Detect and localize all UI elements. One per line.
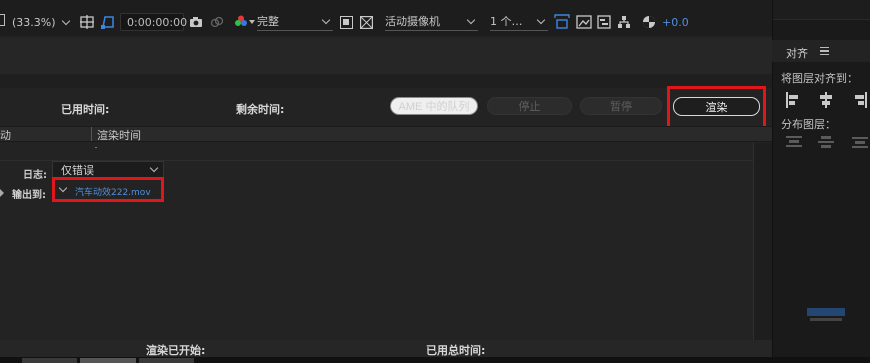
- zoom-dropdown[interactable]: (33.3%): [12, 12, 70, 32]
- timecode-value: 0:00:00:00: [127, 15, 188, 29]
- distribute-layers-label: 分布图层：: [781, 118, 836, 131]
- draft-3d-icon[interactable]: [554, 14, 570, 30]
- output-to-label: 输出到:: [12, 190, 46, 201]
- row-dash: [95, 147, 97, 148]
- total-elapsed-label: 已用总时间:: [426, 344, 486, 357]
- roi-inner: [343, 19, 349, 25]
- taskbar-item[interactable]: [22, 358, 77, 363]
- distribute-bottom-icon[interactable]: [852, 136, 868, 150]
- timeline-icon[interactable]: [597, 15, 611, 29]
- chevron-down-icon: [466, 15, 476, 24]
- column-divider: [91, 127, 92, 141]
- taskbar-item[interactable]: [80, 358, 136, 363]
- align-right-icon[interactable]: [852, 92, 868, 108]
- fast-preview-icon[interactable]: [576, 14, 592, 30]
- resolution-value: 完整: [257, 15, 279, 28]
- resolution-dropdown[interactable]: 完整: [257, 12, 333, 31]
- zoom-value: (33.3%): [12, 15, 56, 29]
- queue-in-ame-button[interactable]: AME 中的队列: [390, 97, 478, 115]
- channels-chevron-icon[interactable]: [249, 16, 255, 26]
- chevron-down-icon: [61, 16, 70, 25]
- panel-menu-icon[interactable]: [820, 47, 829, 55]
- safe-margins-icon[interactable]: [80, 15, 94, 29]
- list-item[interactable]: [0, 143, 754, 161]
- scrollbar-track[interactable]: [754, 143, 772, 340]
- mask-path-icon[interactable]: [100, 14, 116, 30]
- camera-dropdown[interactable]: 活动摄像机: [385, 12, 478, 31]
- color-channels-icon[interactable]: [233, 14, 249, 30]
- log-value: 仅错误: [61, 164, 94, 177]
- panel-top-strip: [773, 0, 870, 20]
- reset-exposure-icon[interactable]: [642, 15, 656, 29]
- distribute-top-icon[interactable]: [786, 136, 802, 150]
- transparency-grid-icon[interactable]: [360, 16, 374, 30]
- output-file-highlight: [52, 177, 164, 202]
- flowchart-icon[interactable]: [617, 15, 631, 29]
- log-label: 日志:: [23, 170, 47, 181]
- watermark-logo: [806, 306, 846, 324]
- camera-value: 活动摄像机: [385, 15, 440, 28]
- viewer-edge-bracket: [0, 14, 5, 26]
- distribute-vertical-center-icon[interactable]: [818, 136, 834, 150]
- exposure-value[interactable]: +0.0: [662, 16, 689, 29]
- output-expand-arrow-icon[interactable]: [0, 186, 4, 197]
- stop-button[interactable]: 停止: [487, 97, 572, 115]
- region-of-interest-icon[interactable]: [340, 16, 353, 29]
- viewer-toolbar: (33.3%) 0:00:00:00 完整 活动摄像机 1 个… +0.0: [0, 0, 772, 36]
- column-header-status[interactable]: 动: [0, 127, 11, 143]
- align-to-label: 将图层对齐到：: [781, 72, 858, 85]
- taskbar-item[interactable]: [139, 358, 194, 363]
- timecode-field[interactable]: 0:00:00:00: [120, 13, 188, 31]
- camera-snapshot-icon[interactable]: [189, 15, 203, 29]
- chevron-down-icon: [536, 15, 546, 24]
- column-header-render-time[interactable]: 渲染时间: [97, 127, 141, 143]
- render-started-label: 渲染已开始:: [146, 344, 206, 357]
- elapsed-time-label: 已用时间:: [61, 103, 110, 116]
- chevron-down-icon: [321, 15, 331, 24]
- align-left-icon[interactable]: [785, 92, 801, 108]
- render-button-highlight: [667, 86, 766, 129]
- panel-tab-strip: [0, 38, 772, 74]
- remaining-time-label: 剩余时间:: [236, 103, 285, 116]
- views-dropdown[interactable]: 1 个…: [490, 12, 548, 31]
- pause-button[interactable]: 暂停: [580, 97, 662, 115]
- panel-sub-strip: [0, 74, 772, 88]
- chevron-down-icon: [149, 163, 159, 173]
- render-queue-footer: [0, 340, 772, 357]
- views-value: 1 个…: [490, 15, 523, 28]
- show-snapshot-icon[interactable]: [210, 15, 224, 29]
- align-horizontal-center-icon[interactable]: [818, 92, 834, 108]
- align-panel-title[interactable]: 对齐: [786, 45, 808, 61]
